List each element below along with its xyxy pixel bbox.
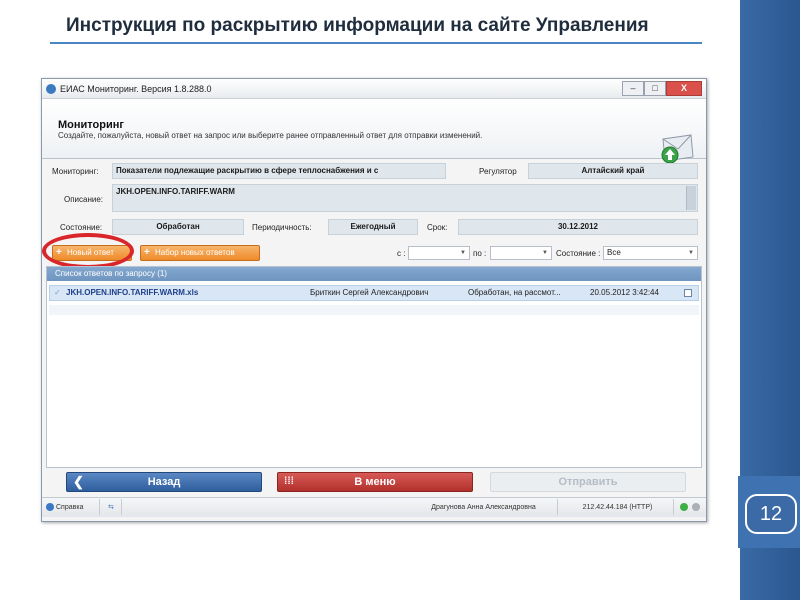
help-label: Справка bbox=[56, 504, 84, 511]
answers-list-header: Список ответов по запросу (1) bbox=[47, 267, 701, 281]
status-address: 212.42.44.184 (HTTP) bbox=[562, 499, 674, 515]
close-button[interactable]: X bbox=[666, 81, 702, 96]
row-file-name: JKH.OPEN.INFO.TARIFF.WARM.xls bbox=[66, 288, 199, 297]
connection-button[interactable]: ⇆ bbox=[104, 499, 122, 515]
row-state: Обработан, на рассмот... bbox=[468, 288, 561, 297]
title-divider bbox=[50, 42, 702, 44]
deadline-field: 30.12.2012 bbox=[458, 219, 698, 235]
new-answers-set-button[interactable]: + Набор новых ответов bbox=[140, 245, 260, 261]
date-to-label: по : bbox=[473, 249, 487, 258]
window-titlebar: ЕИАС Мониторинг. Версия 1.8.288.0 – □ X bbox=[42, 79, 706, 99]
date-to-select[interactable]: ▼ bbox=[490, 246, 552, 260]
highlight-circle bbox=[42, 233, 134, 269]
list-item[interactable]: ✓ JKH.OPEN.INFO.TARIFF.WARM.xls Бриткин … bbox=[49, 285, 699, 301]
description-scrollbar[interactable] bbox=[686, 186, 696, 210]
help-link[interactable]: Справка bbox=[42, 499, 100, 515]
state-filter-label: Состояние : bbox=[556, 249, 601, 258]
description-text: JKH.OPEN.INFO.TARIFF.WARM bbox=[116, 187, 235, 196]
regulator-label: Регулятор bbox=[479, 167, 517, 176]
help-icon bbox=[46, 503, 54, 512]
row-checkbox[interactable] bbox=[684, 289, 692, 297]
page-subtitle: Создайте, пожалуйста, новый ответ на зап… bbox=[58, 131, 483, 140]
status-user: Драгунова Анна Александровна bbox=[410, 499, 558, 515]
maximize-button[interactable]: □ bbox=[644, 81, 666, 96]
menu-label: В меню bbox=[354, 476, 396, 488]
send-mail-icon bbox=[661, 134, 694, 164]
network-icon: ⇆ bbox=[108, 504, 114, 511]
date-from-select[interactable]: ▼ bbox=[408, 246, 470, 260]
status-idle-icon bbox=[692, 503, 700, 511]
status-online-icon bbox=[680, 503, 688, 511]
status-bar: Справка ⇆ Драгунова Анна Александровна 2… bbox=[42, 497, 706, 517]
deadline-label: Срок: bbox=[427, 223, 448, 232]
app-window: ЕИАС Мониторинг. Версия 1.8.288.0 – □ X … bbox=[41, 78, 707, 522]
description-field[interactable]: JKH.OPEN.INFO.TARIFF.WARM bbox=[112, 184, 698, 212]
page-number: 12 bbox=[745, 494, 797, 534]
state-field: Обработан bbox=[112, 219, 244, 235]
bottom-actions: ❮ Назад ⁞⁞⁞ В меню Отправить bbox=[42, 469, 706, 495]
description-label: Описание: bbox=[64, 195, 104, 204]
window-title: ЕИАС Мониторинг. Версия 1.8.288.0 bbox=[60, 84, 212, 94]
answers-list: Список ответов по запросу (1) ✓ JKH.OPEN… bbox=[46, 266, 702, 468]
chevron-left-icon: ❮ bbox=[73, 474, 84, 489]
send-button[interactable]: Отправить bbox=[490, 472, 686, 492]
date-from-label: с : bbox=[397, 249, 406, 258]
plus-icon: + bbox=[144, 247, 150, 258]
chevron-down-icon: ▼ bbox=[688, 250, 694, 256]
back-label: Назад bbox=[147, 476, 181, 488]
list-empty-row bbox=[49, 305, 699, 315]
regulator-field: Алтайский край bbox=[528, 163, 698, 179]
app-icon bbox=[46, 84, 56, 94]
row-date: 20.05.2012 3:42:44 bbox=[590, 288, 659, 297]
menu-button[interactable]: ⁞⁞⁞ В меню bbox=[277, 472, 473, 492]
row-user: Бриткин Сергей Александрович bbox=[310, 288, 429, 297]
period-field: Ежегодный bbox=[328, 219, 418, 235]
state-filter-value: Все bbox=[607, 248, 621, 257]
monitoring-label: Мониторинг: bbox=[52, 167, 99, 176]
period-label: Периодичность: bbox=[252, 223, 312, 232]
header-panel bbox=[42, 99, 706, 164]
page-title: Мониторинг bbox=[58, 119, 124, 131]
minimize-button[interactable]: – bbox=[622, 81, 644, 96]
new-answers-set-label: Набор новых ответов bbox=[155, 248, 235, 257]
monitoring-field: Показатели подлежащие раскрытию в сфере … bbox=[112, 163, 446, 179]
slide-title: Инструкция по раскрытию информации на са… bbox=[66, 15, 649, 36]
chevron-down-icon: ▼ bbox=[542, 250, 548, 256]
state-filter-select[interactable]: Все ▼ bbox=[603, 246, 698, 260]
back-button[interactable]: ❮ Назад bbox=[66, 472, 262, 492]
check-icon: ✓ bbox=[54, 288, 61, 297]
send-label: Отправить bbox=[558, 476, 618, 488]
chevron-down-icon: ▼ bbox=[460, 250, 466, 256]
grid-icon: ⁞⁞⁞ bbox=[284, 476, 294, 487]
state-label: Состояние: bbox=[60, 223, 103, 232]
